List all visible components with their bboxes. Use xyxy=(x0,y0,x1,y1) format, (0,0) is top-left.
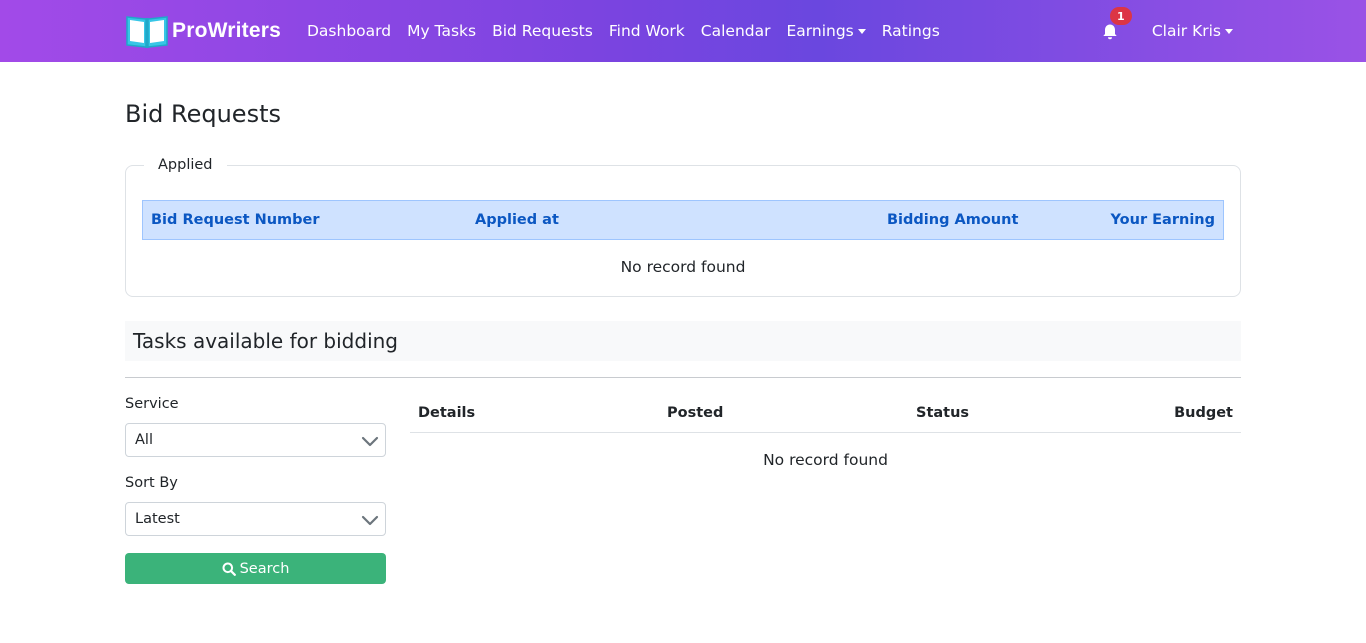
nav-link-bid-requests[interactable]: Bid Requests xyxy=(484,22,601,40)
chevron-down-icon xyxy=(361,436,379,447)
sort-by-select-value: Latest xyxy=(135,511,180,527)
nav-link-earnings-dropdown[interactable]: Earnings xyxy=(778,22,873,40)
nav-link-find-work[interactable]: Find Work xyxy=(601,22,693,40)
nav-link-earnings-label: Earnings xyxy=(786,22,854,40)
search-button-label: Search xyxy=(239,560,290,577)
caret-down-icon xyxy=(1225,28,1233,34)
sort-by-select[interactable]: Latest xyxy=(125,502,386,536)
caret-down-icon xyxy=(857,28,866,34)
col-your-earning: Your Earning xyxy=(1110,212,1216,228)
tasks-table-header: Details Posted Status Budget xyxy=(410,394,1241,433)
col-budget: Budget xyxy=(1174,405,1233,421)
notifications-button[interactable]: 1 xyxy=(1098,7,1132,43)
section-divider xyxy=(125,377,1241,378)
tasks-empty-message: No record found xyxy=(763,451,888,469)
nav-link-my-tasks[interactable]: My Tasks xyxy=(399,22,484,40)
brand-logo[interactable]: ProWriters xyxy=(125,13,281,49)
service-label: Service xyxy=(125,396,179,412)
notification-count-badge: 1 xyxy=(1109,7,1132,25)
col-status: Status xyxy=(916,405,970,421)
applied-section: Applied Bid Request Number Applied at Bi… xyxy=(125,157,1241,297)
user-menu-dropdown[interactable]: Clair Kris xyxy=(1152,22,1241,40)
nav-right: 1 Clair Kris xyxy=(1098,7,1241,43)
brand-name: ProWriters xyxy=(172,19,281,42)
applied-empty-message: No record found xyxy=(620,258,746,276)
applied-table-header: Bid Request Number Applied at Bidding Am… xyxy=(142,200,1224,240)
service-select[interactable]: All xyxy=(125,423,386,457)
bell-icon xyxy=(1103,24,1117,40)
search-button[interactable]: Search xyxy=(125,553,386,584)
col-applied-at: Applied at xyxy=(475,212,559,228)
col-posted: Posted xyxy=(667,405,724,421)
tasks-section-header: Tasks available for bidding xyxy=(125,321,1241,361)
nav-link-dashboard[interactable]: Dashboard xyxy=(299,22,399,40)
col-bid-request-number: Bid Request Number xyxy=(151,212,320,228)
top-navbar: ProWriters Dashboard My Tasks Bid Reques… xyxy=(0,0,1366,62)
nav-link-calendar[interactable]: Calendar xyxy=(693,22,779,40)
open-book-icon xyxy=(126,16,168,48)
col-details: Details xyxy=(418,405,476,421)
service-select-value: All xyxy=(135,432,153,448)
col-bidding-amount: Bidding Amount xyxy=(887,212,1019,228)
nav-links: Dashboard My Tasks Bid Requests Find Wor… xyxy=(299,22,948,40)
nav-link-ratings[interactable]: Ratings xyxy=(874,22,948,40)
user-name: Clair Kris xyxy=(1151,22,1221,40)
applied-legend: Applied xyxy=(144,157,227,173)
navbar-inner: ProWriters Dashboard My Tasks Bid Reques… xyxy=(125,0,1241,62)
search-icon xyxy=(222,562,236,576)
chevron-down-icon xyxy=(361,515,379,526)
page-title: Bid Requests xyxy=(125,100,281,128)
sort-by-label: Sort By xyxy=(125,475,178,491)
